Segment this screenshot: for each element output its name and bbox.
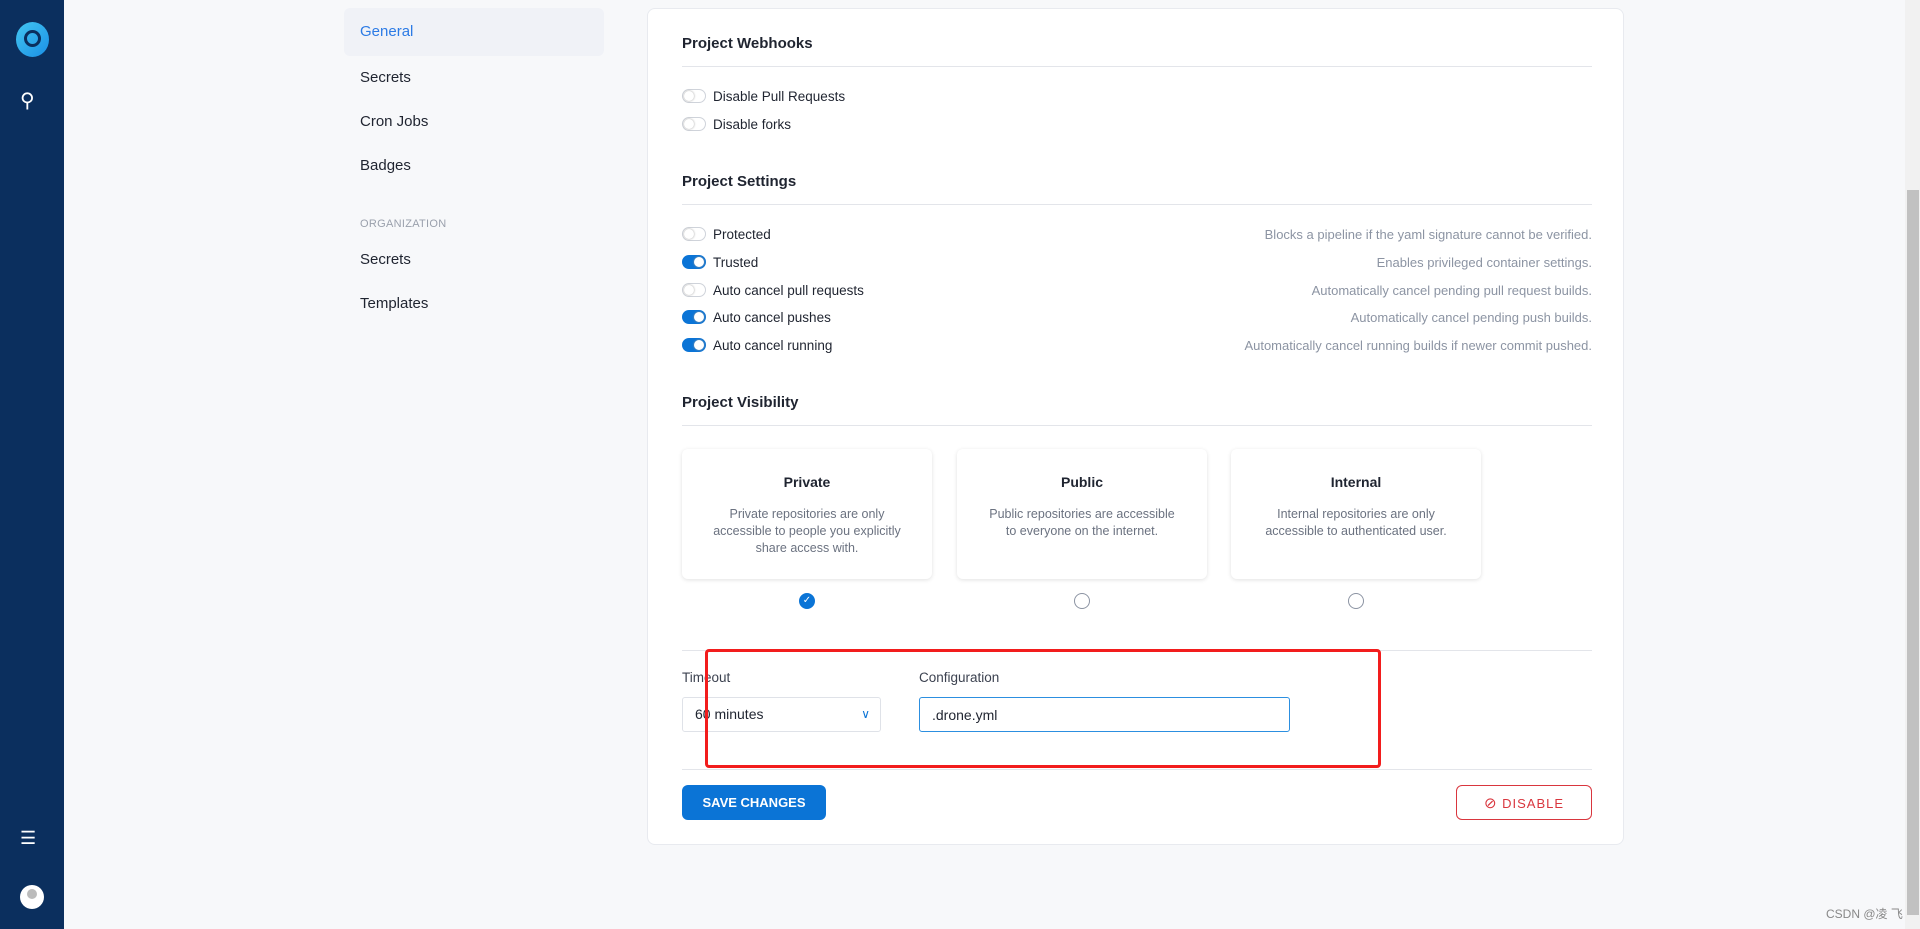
visibility-card-internal[interactable]: Internal Internal repositories are only a… xyxy=(1231,449,1481,579)
toggle-description: Blocks a pipeline if the yaml signature … xyxy=(1264,226,1592,242)
visibility-title: Private xyxy=(783,474,831,490)
toggle-label: Disable forks xyxy=(713,116,792,132)
toggle-auto-cancel-running[interactable]: Auto cancel running Automatically cancel … xyxy=(682,335,1592,355)
radio-public[interactable] xyxy=(1074,593,1090,609)
disable-button[interactable]: ⊘ DISABLE xyxy=(1456,785,1592,820)
toggle-disable-pull-requests[interactable]: Disable Pull Requests xyxy=(682,86,1592,106)
scrollbar-thumb[interactable] xyxy=(1907,190,1919,915)
ban-icon: ⊘ xyxy=(1483,794,1498,812)
toggle-label: Protected xyxy=(713,226,771,242)
toggle-description: Automatically cancel running builds if n… xyxy=(1244,337,1592,353)
divider xyxy=(682,204,1592,205)
nav-item-cron-jobs[interactable]: Cron Jobs xyxy=(344,100,604,144)
nav-section-organization: ORGANIZATION xyxy=(360,218,447,230)
visibility-title: Public xyxy=(1060,474,1103,490)
toggle-label: Disable Pull Requests xyxy=(713,88,846,104)
settings-nav: General Secrets Cron Jobs Badges ORGANIZ… xyxy=(344,8,604,326)
webhooks-title: Project Webhooks xyxy=(682,35,813,52)
save-changes-button[interactable]: SAVE CHANGES xyxy=(682,785,826,820)
scrollbar[interactable] xyxy=(1905,0,1920,929)
user-avatar-icon[interactable] xyxy=(20,885,44,909)
watermark: CSDN @凌 飞 xyxy=(1826,907,1903,921)
nav-item-org-secrets[interactable]: Secrets xyxy=(344,238,604,282)
sliders-icon[interactable]: ☰ xyxy=(20,828,36,849)
toggle-switch[interactable] xyxy=(682,89,706,103)
toggle-switch[interactable] xyxy=(682,310,706,324)
toggle-switch[interactable] xyxy=(682,255,706,269)
toggle-label: Auto cancel pushes xyxy=(713,309,831,325)
visibility-desc: Internal repositories are only accessibl… xyxy=(1265,507,1447,538)
nav-item-badges[interactable]: Badges xyxy=(344,144,604,188)
toggle-protected[interactable]: Protected Blocks a pipeline if the yaml s… xyxy=(682,224,1592,244)
visibility-card-private[interactable]: Private Private repositories are only acc… xyxy=(682,449,932,579)
divider xyxy=(682,425,1592,426)
disable-label: DISABLE xyxy=(1502,795,1565,811)
visibility-title: Project Visibility xyxy=(682,394,799,411)
toggle-description: Enables privileged container settings. xyxy=(1376,254,1592,270)
toggle-auto-cancel-pushes[interactable]: Auto cancel pushes Automatically cancel p… xyxy=(682,307,1592,327)
visibility-card-public[interactable]: Public Public repositories are accessible… xyxy=(957,449,1207,579)
nav-item-templates[interactable]: Templates xyxy=(344,282,604,326)
toggle-trusted[interactable]: Trusted Enables privileged container sett… xyxy=(682,252,1592,272)
toggle-label: Trusted xyxy=(713,254,759,270)
search-icon[interactable]: ⚲ xyxy=(20,88,35,113)
toggle-disable-forks[interactable]: Disable forks xyxy=(682,114,1592,134)
toggle-switch[interactable] xyxy=(682,338,706,352)
toggle-switch[interactable] xyxy=(682,227,706,241)
toggle-label: Auto cancel pull requests xyxy=(713,282,864,298)
toggle-description: Automatically cancel pending push builds… xyxy=(1350,309,1592,325)
visibility-title: Internal xyxy=(1330,474,1382,490)
nav-item-general[interactable]: General xyxy=(344,8,604,56)
toggle-auto-cancel-pull-requests[interactable]: Auto cancel pull requests Automatically c… xyxy=(682,280,1592,300)
app-sidebar: ⚲ ☰ xyxy=(0,0,64,929)
visibility-desc: Private repositories are only accessible… xyxy=(713,507,901,555)
toggle-description: Automatically cancel pending pull reques… xyxy=(1311,282,1592,298)
radio-private-checked-icon[interactable]: ✓ xyxy=(799,593,815,609)
nav-item-secrets[interactable]: Secrets xyxy=(344,56,604,100)
visibility-desc: Public repositories are accessible to ev… xyxy=(989,507,1175,538)
toggle-switch[interactable] xyxy=(682,117,706,131)
settings-title: Project Settings xyxy=(682,173,797,190)
annotation-highlight-box xyxy=(705,649,1381,768)
toggle-switch[interactable] xyxy=(682,283,706,297)
radio-internal[interactable] xyxy=(1348,593,1364,609)
toggle-label: Auto cancel running xyxy=(713,337,833,353)
divider xyxy=(682,769,1592,770)
divider xyxy=(682,66,1592,67)
drone-logo-icon[interactable] xyxy=(16,22,49,57)
